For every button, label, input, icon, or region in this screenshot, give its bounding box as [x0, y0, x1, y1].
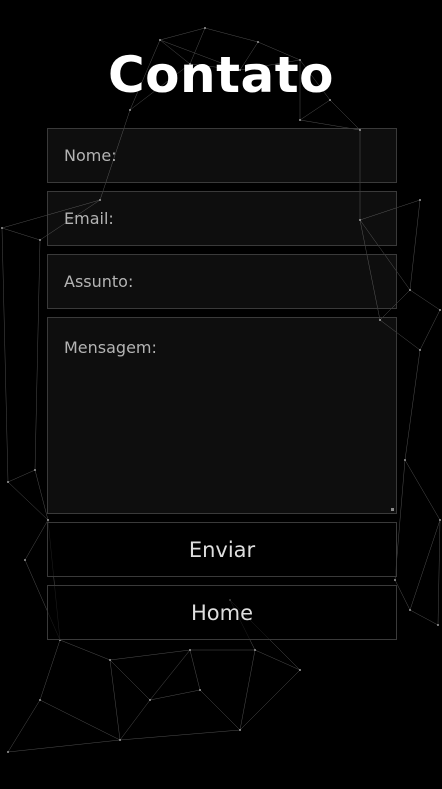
- network-line: [1, 227, 9, 483]
- network-line: [189, 649, 201, 691]
- network-line: [39, 639, 61, 701]
- network-line: [149, 649, 191, 701]
- network-node: [1, 227, 3, 229]
- network-node: [24, 559, 26, 561]
- subject-field-wrapper: [47, 254, 397, 309]
- network-node: [239, 729, 241, 731]
- network-node: [439, 309, 441, 311]
- network-line: [409, 289, 441, 311]
- network-line: [404, 459, 441, 521]
- network-node: [204, 27, 206, 29]
- network-line: [7, 469, 36, 483]
- network-node: [7, 481, 9, 483]
- contact-form: Enviar Home: [47, 128, 397, 648]
- network-line: [119, 729, 241, 741]
- network-line: [394, 579, 411, 611]
- network-line: [409, 609, 439, 626]
- network-node: [39, 699, 41, 701]
- network-node: [419, 349, 421, 351]
- network-node: [34, 469, 36, 471]
- network-node: [299, 669, 301, 671]
- network-line: [419, 309, 441, 351]
- resize-handle[interactable]: [391, 508, 394, 511]
- message-field-wrapper: [47, 317, 397, 514]
- network-line: [119, 699, 151, 741]
- network-line: [1, 227, 41, 241]
- network-line: [109, 659, 121, 741]
- network-node: [409, 609, 411, 611]
- name-input[interactable]: [48, 129, 396, 182]
- network-line: [409, 519, 441, 611]
- network-node: [409, 289, 411, 291]
- subject-input[interactable]: [48, 255, 396, 308]
- network-node: [189, 649, 191, 651]
- network-line: [199, 689, 241, 731]
- page-title: Contato: [107, 46, 335, 104]
- network-line: [254, 649, 301, 671]
- network-line: [7, 481, 49, 521]
- network-node: [199, 689, 201, 691]
- network-node: [109, 659, 111, 661]
- network-line: [239, 649, 256, 731]
- network-line: [7, 699, 41, 753]
- network-line: [109, 649, 191, 661]
- network-line: [7, 739, 121, 753]
- network-node: [159, 39, 161, 41]
- network-node: [254, 649, 256, 651]
- network-line: [34, 239, 41, 471]
- network-line: [404, 349, 421, 461]
- network-node: [7, 751, 9, 753]
- home-button[interactable]: Home: [47, 585, 397, 640]
- network-node: [149, 699, 151, 701]
- network-line: [204, 27, 259, 43]
- email-field-wrapper: [47, 191, 397, 246]
- network-node: [119, 739, 121, 741]
- network-line: [437, 519, 441, 626]
- network-line: [239, 669, 301, 731]
- submit-button[interactable]: Enviar: [47, 522, 397, 577]
- network-line: [24, 519, 49, 561]
- network-line: [409, 199, 421, 291]
- network-node: [257, 41, 259, 43]
- network-node: [419, 199, 421, 201]
- network-line: [159, 27, 206, 41]
- network-line: [39, 699, 121, 741]
- network-node: [39, 239, 41, 241]
- network-line: [109, 659, 151, 701]
- network-node: [437, 624, 439, 626]
- network-line: [149, 689, 201, 701]
- network-node: [129, 109, 131, 111]
- name-field-wrapper: [47, 128, 397, 183]
- network-node: [439, 519, 441, 521]
- network-node: [404, 459, 406, 461]
- message-textarea[interactable]: [48, 318, 396, 513]
- email-input[interactable]: [48, 192, 396, 245]
- network-node: [299, 119, 301, 121]
